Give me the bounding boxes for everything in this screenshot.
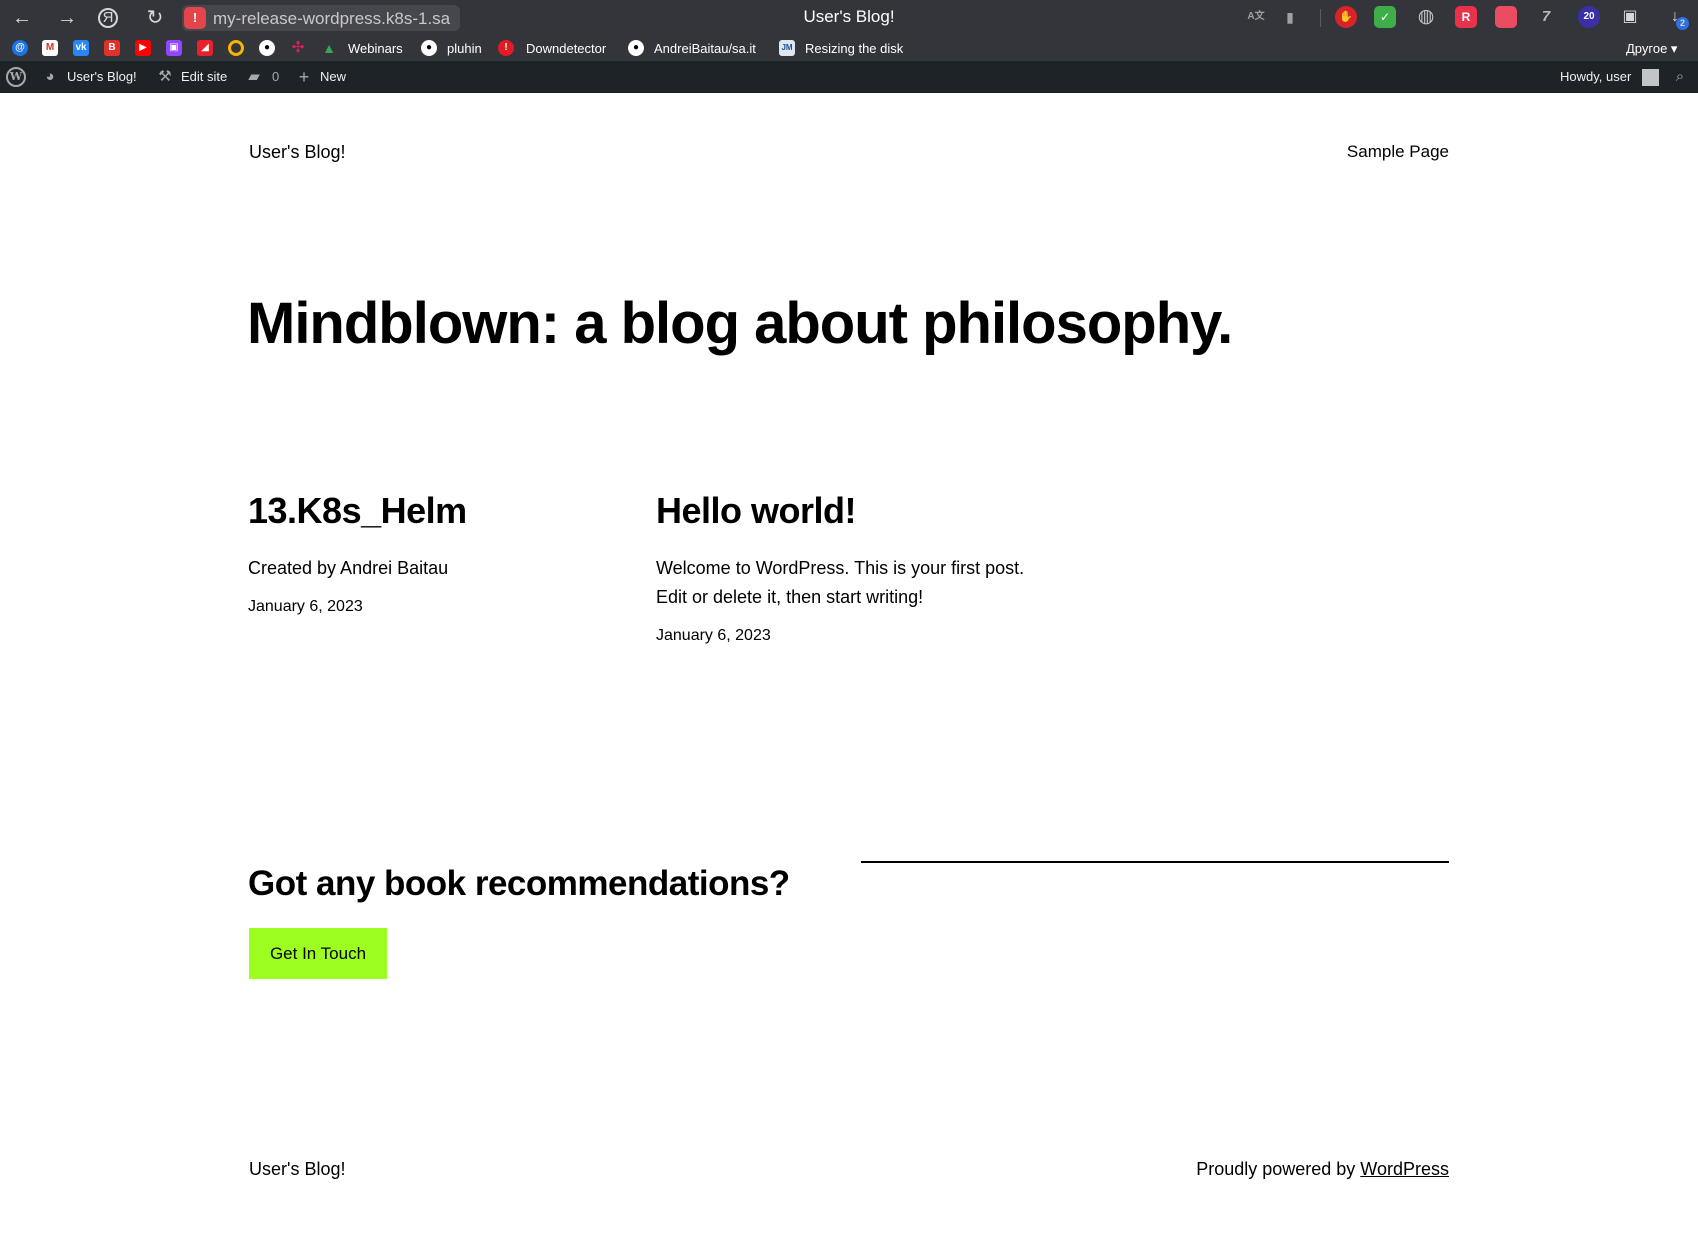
downdetector-icon[interactable]: ! [498, 40, 514, 56]
cta-heading: Got any book recommendations? [248, 864, 790, 903]
post-excerpt: Welcome to WordPress. This is your first… [656, 558, 1025, 607]
gmail-icon[interactable]: M [42, 40, 58, 56]
footer-credit-prefix: Proudly powered by [1196, 1159, 1361, 1179]
dashboard-icon: ◕ [45, 68, 55, 85]
downloads-icon[interactable]: ↓ 2 [1664, 6, 1689, 30]
bookmark-andreibaitau[interactable]: AndreiBaitau/sa.it [654, 41, 756, 56]
adminbar-new[interactable]: New [320, 69, 346, 84]
seven-extension-icon[interactable]: 7 [1535, 6, 1557, 28]
yellow-ring-icon[interactable] [228, 40, 244, 56]
get-in-touch-button[interactable]: Get In Touch [249, 928, 387, 979]
hero-heading: Mindblown: a blog about philosophy. [247, 291, 1233, 356]
site-title[interactable]: User's Blog! [249, 142, 345, 163]
toolbar-divider [1320, 9, 1321, 27]
post-date: January 6, 2023 [656, 627, 771, 644]
adminbar-comments-count[interactable]: 0 [272, 69, 279, 84]
bookmarks-bar: @ M vk B ▶ ▣ ◢ ● ✣ ▲ Webinars ● pluhin !… [0, 36, 1698, 61]
drive-icon[interactable]: ▲ [321, 40, 337, 56]
github-icon[interactable]: ● [421, 40, 437, 56]
wp-admin-bar: W ◕ User's Blog! ⚒ Edit site ▰ 0 + New H… [0, 61, 1698, 93]
search-icon[interactable]: ⌕ [1671, 68, 1689, 86]
calendar-extension-icon[interactable] [1495, 6, 1517, 28]
browser-titlebar: ← → Я ↻ ! my-release-wordpress.k8s-1.sa … [0, 0, 1698, 36]
brand-b-icon[interactable]: B [104, 40, 120, 56]
back-arrow-icon[interactable]: ← [9, 6, 35, 30]
footer-site-title[interactable]: User's Blog! [249, 1159, 345, 1180]
comment-bubble-icon[interactable]: ▰ [245, 68, 263, 86]
plus-icon: + [298, 67, 310, 87]
shield-icon[interactable]: ✓ [1374, 6, 1396, 28]
bookmark-icon[interactable]: ▮ [1279, 6, 1301, 28]
twitch-icon[interactable]: ▣ [166, 40, 182, 56]
github-icon[interactable]: ● [259, 40, 275, 56]
post-date: January 6, 2023 [248, 598, 363, 615]
translate-icon[interactable]: A文 [1245, 6, 1267, 28]
globe-icon[interactable]: ◍ [1415, 6, 1437, 28]
bookmark-webinars[interactable]: Webinars [348, 41, 403, 56]
address-text[interactable]: my-release-wordpress.k8s-1.sa [213, 9, 450, 29]
bookmark-downdetector[interactable]: Downdetector [526, 41, 606, 56]
yandex-icon[interactable]: Я [98, 8, 118, 28]
address-bar[interactable]: ! my-release-wordpress.k8s-1.sa [182, 5, 460, 31]
forward-arrow-icon[interactable]: → [54, 6, 80, 30]
insecure-warning-icon[interactable]: ! [184, 7, 206, 29]
post-card: 13.K8s_Helm Created by Andrei Baitau Jan… [248, 490, 668, 616]
adminbar-edit-site[interactable]: Edit site [181, 69, 227, 84]
github-icon[interactable]: ● [628, 40, 644, 56]
r-extension-icon[interactable]: R [1455, 6, 1477, 28]
edit-hammer-icon: ⚒ [158, 68, 172, 85]
bookmarks-other[interactable]: Другое ▾ [1626, 41, 1677, 57]
footer-wordpress-link[interactable]: WordPress [1360, 1159, 1449, 1179]
wordpress-logo-icon[interactable]: W [6, 67, 26, 87]
post-card: Hello world! Welcome to WordPress. This … [656, 490, 1056, 645]
post-excerpt: Created by Andrei Baitau [248, 558, 449, 578]
bookmark-resizing-disk[interactable]: Resizing the disk [805, 41, 903, 56]
youtube-icon[interactable]: ▶ [135, 40, 151, 56]
separator [861, 861, 1449, 863]
adminbar-site-name[interactable]: User's Blog! [67, 69, 137, 84]
badge-extension-icon[interactable]: 20 [1578, 6, 1600, 28]
adminbar-howdy[interactable]: Howdy, user [1560, 69, 1631, 84]
downloads-count-badge: 2 [1676, 17, 1689, 30]
reload-icon[interactable]: ↻ [142, 6, 168, 30]
red-app-icon[interactable]: ◢ [197, 40, 213, 56]
collections-icon[interactable]: ▣ [1619, 6, 1641, 28]
vk-icon[interactable]: vk [73, 40, 89, 56]
slack-icon[interactable]: ✣ [290, 40, 306, 56]
post-title[interactable]: Hello world! [656, 490, 1056, 532]
bookmark-pluhin[interactable]: pluhin [447, 41, 482, 56]
adblock-icon[interactable]: ✋ [1335, 6, 1357, 28]
avatar[interactable] [1642, 69, 1659, 86]
post-title[interactable]: 13.K8s_Helm [248, 490, 668, 532]
nav-sample-page[interactable]: Sample Page [1347, 142, 1449, 162]
disk-doc-icon[interactable]: JM [779, 40, 795, 56]
mail-icon[interactable]: @ [12, 40, 28, 56]
footer-credit: Proudly powered by WordPress [1196, 1159, 1449, 1180]
